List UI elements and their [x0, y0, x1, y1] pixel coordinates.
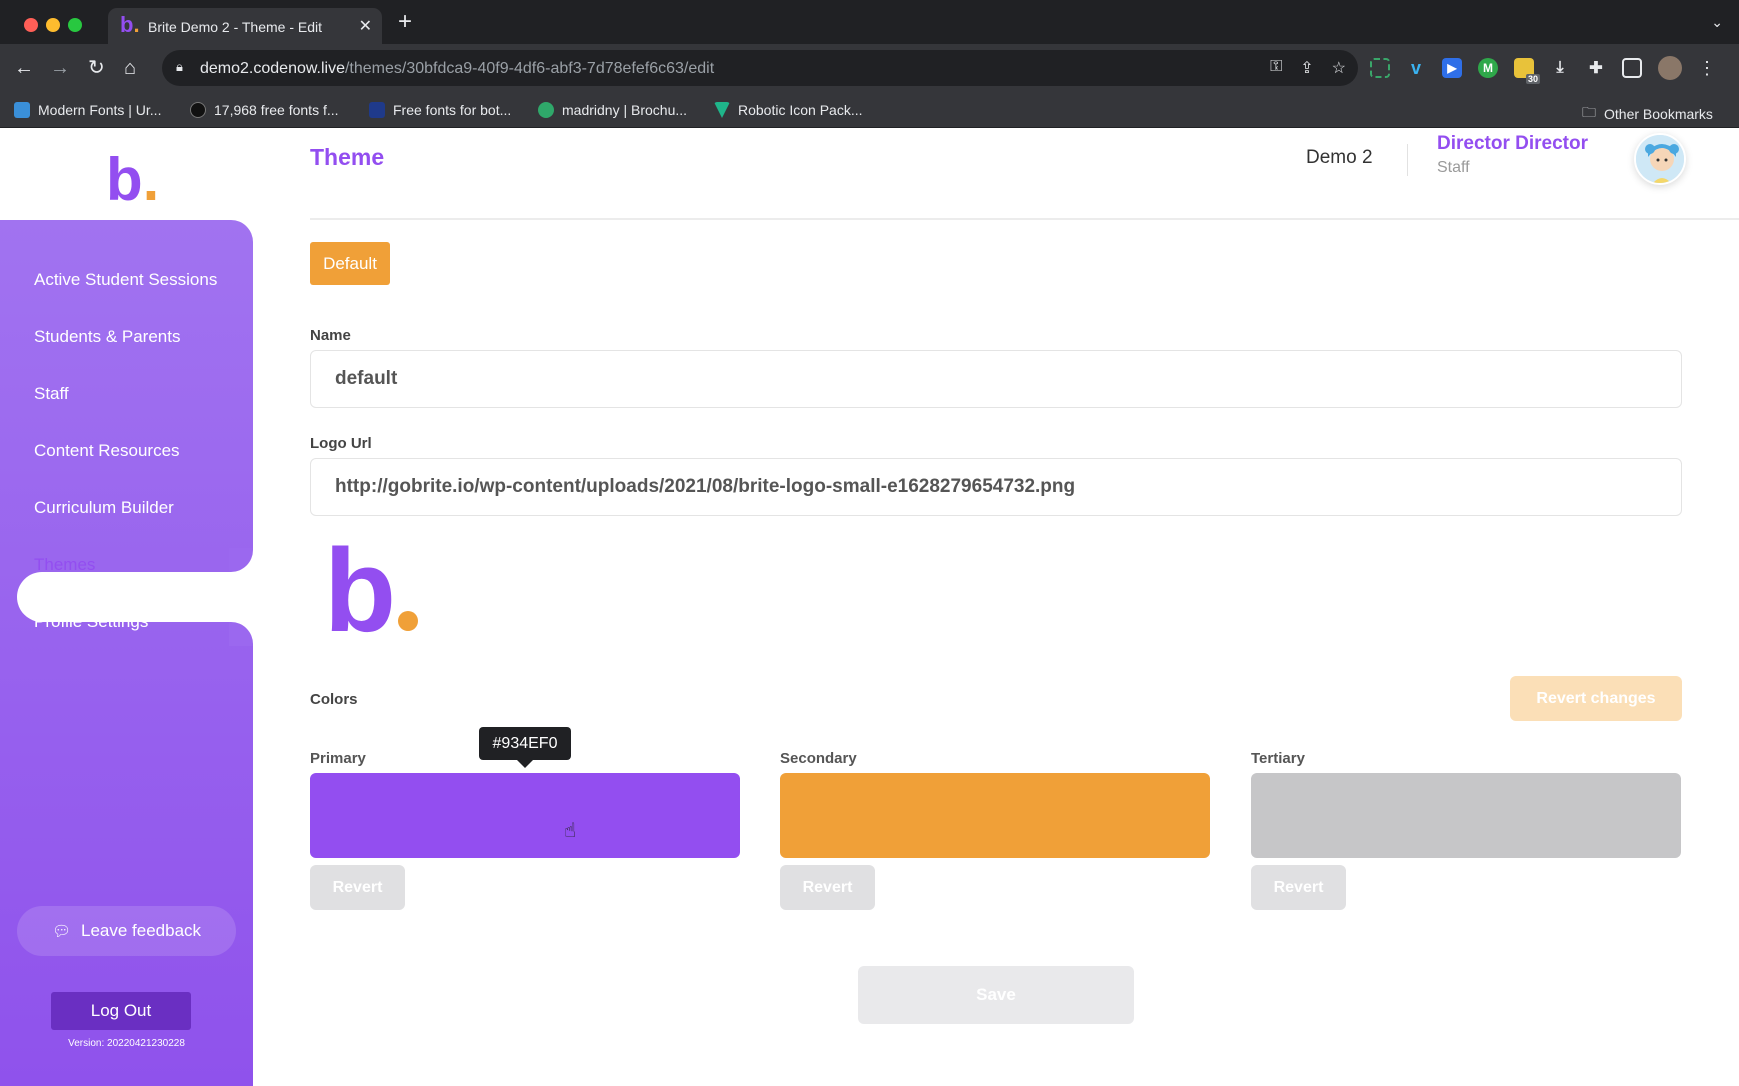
puzzle-extensions-icon[interactable]: ✚ [1586, 58, 1606, 78]
sidebar-item-curriculum-builder[interactable]: Curriculum Builder [34, 498, 174, 518]
home-icon[interactable]: ⌂ [124, 56, 136, 80]
lock-icon: 🔒︎ [176, 59, 183, 74]
tertiary-color-label: Tertiary [1251, 750, 1305, 767]
sidebar-item-students-parents[interactable]: Students & Parents [34, 327, 180, 347]
m-extension-icon[interactable]: M [1478, 58, 1498, 78]
avatar[interactable] [1634, 133, 1686, 185]
bookmark-favicon-icon [714, 102, 730, 118]
user-name[interactable]: Director Director [1437, 133, 1588, 155]
browser-tab-active[interactable]: b. Brite Demo 2 - Theme - Edit ✕ [108, 8, 382, 44]
url-host: demo2.codenow.live [200, 60, 345, 77]
notes-extension-icon[interactable]: 30 [1514, 58, 1540, 84]
window-minimize-control[interactable] [46, 18, 60, 32]
secondary-color-swatch[interactable] [780, 773, 1210, 858]
bookmark-item[interactable]: Free fonts for bot... [369, 102, 511, 118]
sidebar-item-staff[interactable]: Staff [34, 384, 69, 404]
brand-logo[interactable]: b. [106, 150, 159, 210]
sidebar-item-active-student-sessions[interactable]: Active Student Sessions [34, 270, 217, 290]
tab-title: Brite Demo 2 - Theme - Edit [148, 19, 323, 35]
log-out-button[interactable]: Log Out [51, 992, 191, 1030]
name-input[interactable] [310, 350, 1682, 408]
video-extension-icon[interactable]: ▶ [1442, 58, 1462, 78]
tab-search-chevron-icon[interactable]: ⌄ [1711, 14, 1723, 31]
colors-label: Colors [310, 691, 358, 708]
secondary-revert-button[interactable]: Revert [780, 865, 875, 910]
version-label: Version: 20220421230228 [68, 1038, 185, 1049]
bookmark-favicon-icon [369, 102, 385, 118]
browser-tab-bar: b. Brite Demo 2 - Theme - Edit ✕ + ⌄ [0, 0, 1739, 44]
bookmark-item[interactable]: 17,968 free fonts f... [190, 102, 339, 118]
star-bookmark-icon[interactable]: ☆ [1332, 58, 1346, 78]
profile-avatar-icon[interactable] [1658, 56, 1682, 80]
logo-url-input[interactable] [310, 458, 1682, 516]
name-label: Name [310, 327, 351, 344]
sidebar: Active Student Sessions Students & Paren… [0, 220, 253, 1086]
window-zoom-control[interactable] [68, 18, 82, 32]
tab-close-icon[interactable]: ✕ [359, 16, 372, 36]
address-bar[interactable]: 🔒︎ demo2.codenow.live/themes/30bfdca9-40… [162, 50, 1358, 86]
bookmark-item[interactable]: Robotic Icon Pack... [714, 102, 863, 118]
hand-cursor-icon: ☝︎ [564, 820, 577, 842]
leave-feedback-button[interactable]: 💬︎ Leave feedback [17, 906, 236, 956]
page-title: Theme [310, 144, 385, 170]
sidebar-item-content-resources[interactable]: Content Resources [34, 441, 180, 461]
primary-revert-button[interactable]: Revert [310, 865, 405, 910]
tertiary-color-swatch[interactable] [1251, 773, 1681, 858]
revert-changes-button[interactable]: Revert changes [1510, 676, 1682, 721]
default-theme-badge: Default [310, 242, 390, 285]
sidebar-item-themes[interactable]: Themes [34, 555, 95, 575]
vimeo-extension-icon[interactable]: v [1406, 58, 1426, 78]
url-path: /themes/30bfdca9-40f9-4df6-abf3-7d78efef… [344, 60, 715, 77]
window-close-control[interactable] [24, 18, 38, 32]
user-role: Staff [1437, 159, 1470, 176]
secondary-color-label: Secondary [780, 750, 857, 767]
screenshot-extension-icon[interactable] [1370, 58, 1390, 78]
save-button[interactable]: Save [858, 966, 1134, 1024]
organization-name[interactable]: Demo 2 [1306, 147, 1373, 169]
forward-arrow-icon[interactable]: → [50, 56, 70, 80]
bookmark-favicon-icon [14, 102, 30, 118]
bookmark-item[interactable]: madridny | Brochu... [538, 102, 687, 118]
bookmark-favicon-icon [190, 102, 206, 118]
logo-preview-dot [398, 611, 419, 631]
chat-bubbles-icon: 💬︎ [51, 923, 71, 940]
logo-preview-image: b [324, 532, 419, 650]
folder-icon: 🗀︎ [1582, 104, 1596, 120]
url-text[interactable]: demo2.codenow.live/themes/30bfdca9-40f9-… [200, 60, 714, 78]
app-root: b. Active Student Sessions Students & Pa… [0, 128, 1739, 1086]
logo-url-label: Logo Url [310, 435, 372, 452]
extension-badge: 30 [1525, 74, 1540, 84]
color-hex-tooltip: #934EF0 [479, 727, 571, 768]
sidebar-item-profile-settings[interactable]: Profile Settings [34, 612, 148, 632]
side-panel-icon[interactable] [1622, 58, 1642, 78]
key-icon[interactable]: ⚿ [1270, 58, 1282, 78]
kebab-menu-icon[interactable]: ⋮ [1698, 58, 1716, 79]
download-icon[interactable]: ⤓ [1550, 58, 1570, 78]
primary-color-label: Primary [310, 750, 366, 767]
tertiary-revert-button[interactable]: Revert [1251, 865, 1346, 910]
back-arrow-icon[interactable]: ← [14, 56, 34, 80]
bookmarks-bar: Modern Fonts | Ur... 17,968 free fonts f… [0, 94, 1739, 128]
browser-toolbar: ← → ↻ ⌂ 🔒︎ demo2.codenow.live/themes/30b… [0, 44, 1739, 94]
primary-color-swatch[interactable] [310, 773, 740, 858]
bookmark-item[interactable]: Modern Fonts | Ur... [14, 102, 161, 118]
reload-icon[interactable]: ↻ [88, 56, 105, 80]
header-rule [310, 218, 1739, 220]
bookmark-favicon-icon [538, 102, 554, 118]
header-divider [1407, 144, 1408, 176]
tab-favicon-icon: b. [120, 12, 140, 37]
cartoon-avatar-icon [1636, 135, 1684, 183]
other-bookmarks[interactable]: 🗀︎ Other Bookmarks [1582, 102, 1713, 126]
new-tab-icon[interactable]: + [398, 10, 412, 34]
share-icon[interactable]: ⇪ [1300, 58, 1313, 78]
